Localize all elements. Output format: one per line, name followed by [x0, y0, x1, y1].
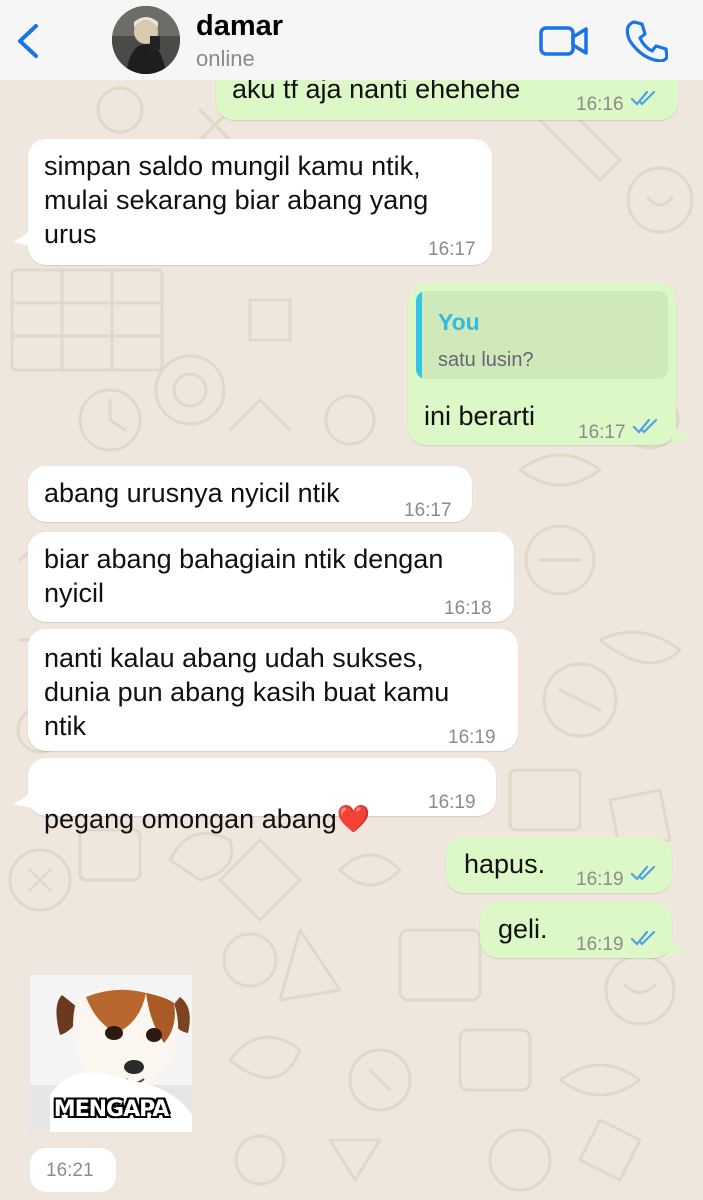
read-receipt-icon: [632, 418, 658, 434]
message-text: pegang omongan abang❤️: [44, 768, 370, 836]
outgoing-message[interactable]: geli. 16:19: [480, 902, 672, 958]
message-time: 16:19: [576, 934, 624, 955]
voice-call-icon[interactable]: [624, 18, 668, 62]
message-time: 16:18: [444, 598, 492, 619]
message-text: abang urusnya nyicil ntik: [44, 478, 340, 508]
message-time: 16:17: [578, 422, 626, 443]
message-text: biar abang bahagiain ntik dengan nyicil: [44, 544, 444, 608]
sticker-caption: MENGAPA: [53, 1097, 170, 1122]
incoming-message[interactable]: pegang omongan abang❤️ 16:19: [28, 758, 496, 834]
message-text: hapus.: [464, 849, 546, 879]
bubble-tail: [12, 790, 32, 808]
quote-accent-bar: [416, 291, 422, 379]
quote-author: You: [438, 309, 480, 335]
message-time: 16:19: [448, 727, 496, 748]
quote-text: satu lusin?: [438, 349, 534, 371]
avatar[interactable]: [112, 6, 180, 74]
message-time: 16:17: [404, 500, 452, 521]
message-time: 16:19: [428, 792, 476, 813]
incoming-message[interactable]: abang urusnya nyicil ntik 16:17: [28, 466, 472, 522]
contact-name[interactable]: damar: [196, 10, 283, 43]
message-text: ini berarti: [424, 401, 536, 431]
bubble-tail: [672, 424, 692, 442]
chevron-left-icon[interactable]: [14, 22, 44, 60]
incoming-message[interactable]: nanti kalau abang udah sukses, dunia pun…: [28, 629, 518, 751]
video-call-icon[interactable]: [538, 22, 590, 58]
message-time: 16:17: [428, 239, 476, 260]
read-receipt-icon: [630, 865, 656, 881]
message-text-content: pegang omongan abang: [44, 804, 337, 834]
read-receipt-icon: [630, 930, 656, 946]
message-text: nanti kalau abang udah sukses, dunia pun…: [44, 643, 450, 741]
quoted-message[interactable]: You satu lusin?: [416, 291, 668, 379]
incoming-message[interactable]: simpan saldo mungil kamu ntik, mulai sek…: [28, 139, 492, 265]
heart-emoji: ❤️: [336, 804, 371, 834]
outgoing-message[interactable]: hapus. 16:19: [446, 837, 672, 893]
message-time: 16:16: [576, 94, 624, 115]
read-receipt-icon: [630, 90, 656, 106]
bubble-tail: [668, 938, 688, 956]
outgoing-reply-message[interactable]: You satu lusin? ini berarti 16:17: [408, 283, 676, 445]
message-time: 16:19: [576, 869, 624, 890]
sticker-time-pill: 16:21: [30, 1148, 116, 1192]
message-text: geli.: [498, 914, 548, 944]
incoming-message[interactable]: biar abang bahagiain ntik dengan nyicil …: [28, 532, 514, 622]
dog-sticker[interactable]: MENGAPA: [30, 975, 192, 1132]
message-time: 16:21: [46, 1160, 94, 1181]
contact-status: online: [196, 46, 255, 71]
chat-header: damar online: [0, 0, 703, 80]
message-text: simpan saldo mungil kamu ntik, mulai sek…: [44, 151, 429, 249]
bubble-tail: [12, 228, 32, 246]
